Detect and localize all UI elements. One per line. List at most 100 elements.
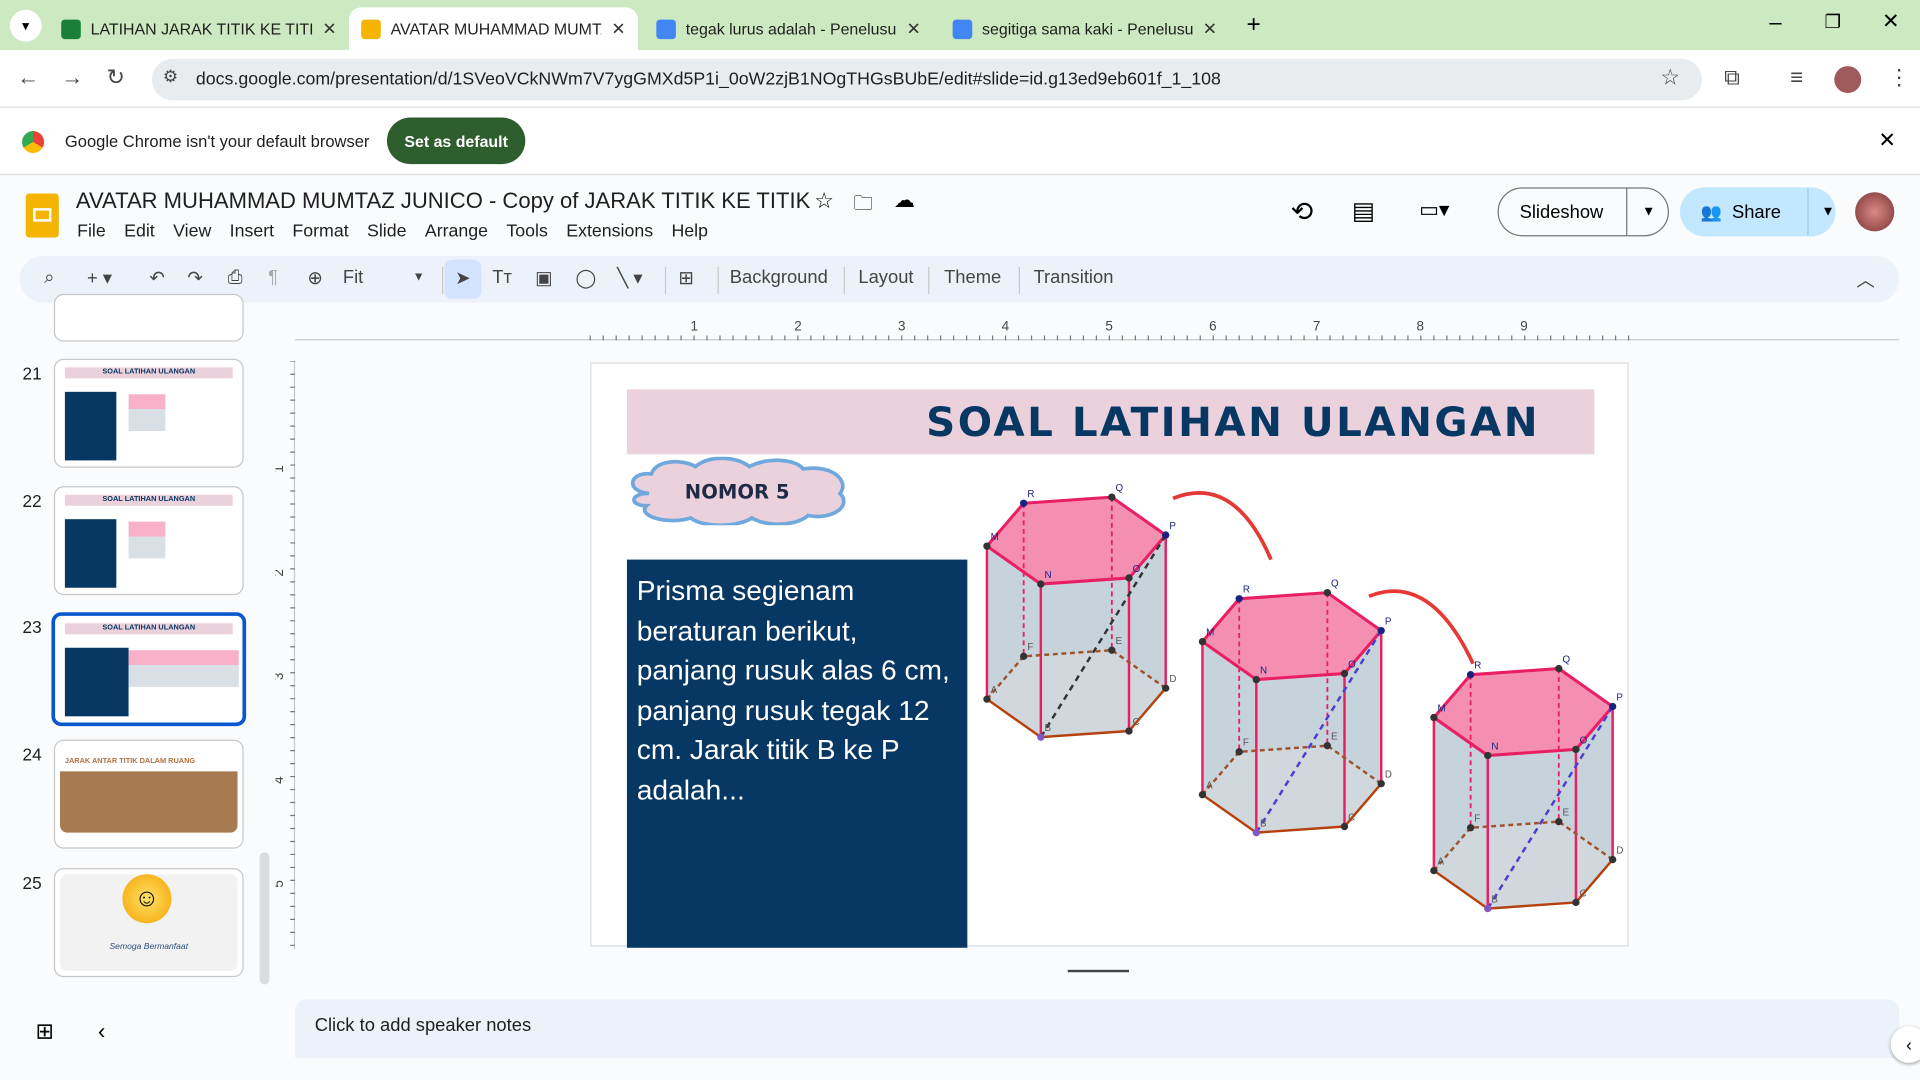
vertex-point: [983, 542, 991, 550]
extensions-icon[interactable]: ⧉: [1724, 65, 1740, 91]
new-tab-button[interactable]: +: [1247, 11, 1261, 39]
comments-icon[interactable]: ▤: [1352, 196, 1375, 227]
minimize-button[interactable]: –: [1769, 10, 1781, 36]
background-button[interactable]: Background: [730, 267, 828, 288]
transition-button[interactable]: Transition: [1033, 267, 1113, 288]
slide-canvas[interactable]: SOAL LATIHAN ULANGAN NOMOR 5 Prisma segi…: [590, 362, 1629, 948]
account-avatar[interactable]: [1855, 192, 1895, 232]
close-tab-icon[interactable]: ✕: [611, 18, 625, 39]
vertex-label: Q: [1562, 654, 1570, 665]
paint-format-icon[interactable]: ¶: [268, 267, 278, 288]
slideshow-dropdown-icon[interactable]: ▼: [1626, 188, 1655, 236]
menu-help[interactable]: Help: [671, 222, 708, 242]
set-as-default-button[interactable]: Set as default: [386, 117, 526, 165]
share-dropdown-icon[interactable]: ▼: [1807, 188, 1835, 236]
slide-thumbnail[interactable]: JARAK ANTAR TITIK DALAM RUANG: [53, 739, 244, 849]
close-window-button[interactable]: ✕: [1882, 10, 1899, 34]
menu-slide[interactable]: Slide: [367, 222, 406, 242]
comment-add-icon[interactable]: ⊞: [678, 267, 693, 289]
tab-search-button[interactable]: ▾: [9, 9, 42, 42]
reload-icon[interactable]: ↻: [107, 65, 125, 91]
vertex-label: P: [1616, 692, 1623, 703]
print-icon[interactable]: ⎙: [228, 267, 243, 288]
ruler-label: 5: [1105, 319, 1112, 334]
shape-icon[interactable]: ◯: [576, 267, 597, 289]
forward-icon[interactable]: →: [61, 65, 83, 91]
collapse-toolbar-icon[interactable]: ︿: [1856, 267, 1874, 293]
close-tab-icon[interactable]: ✕: [322, 18, 336, 39]
close-tab-icon[interactable]: ✕: [906, 18, 920, 39]
horizontal-ruler[interactable]: 1 2 3 4 5 6 7 8 9: [295, 313, 1900, 341]
prism-figures[interactable]: R Q P O N M F E D C B A R Q P O N M F E D C B A R Q P O N M F E D C B A: [591, 364, 1629, 948]
slide-thumbnail[interactable]: SOAL LATIHAN ULANGAN: [51, 612, 247, 727]
close-infobar-icon[interactable]: ✕: [1878, 129, 1895, 153]
vertex-point: [1020, 499, 1028, 507]
tab-title: segitiga sama kaki - Penelusura: [982, 19, 1193, 38]
vertex-label: N: [1044, 570, 1051, 581]
slide-thumbnail[interactable]: SOAL LATIHAN ULANGAN: [53, 486, 244, 596]
vertex-point: [1572, 745, 1580, 754]
menu-view[interactable]: View: [173, 222, 211, 242]
browser-tab[interactable]: segitiga sama kaki - Penelusura ✕: [940, 7, 1229, 50]
side-panel-toggle[interactable]: ‹: [1890, 1026, 1920, 1063]
redo-icon[interactable]: ↷: [187, 267, 202, 289]
menu-format[interactable]: Format: [292, 222, 348, 242]
close-tab-icon[interactable]: ✕: [1203, 18, 1217, 39]
meet-icon[interactable]: ▭▾: [1419, 198, 1449, 222]
grid-view-icon[interactable]: ⊞: [36, 1019, 54, 1045]
ruler-label: 9: [1520, 319, 1527, 334]
collapse-filmstrip-icon[interactable]: ‹: [98, 1019, 105, 1045]
menu-insert[interactable]: Insert: [230, 222, 274, 242]
select-tool-icon[interactable]: ➤: [444, 259, 482, 299]
zoom-select[interactable]: Fit ▼: [343, 267, 425, 291]
url-input[interactable]: docs.google.com/presentation/d/1SVeoVCkN…: [151, 58, 1703, 101]
menu-file[interactable]: File: [77, 222, 106, 242]
slide-thumbnail-partial[interactable]: [53, 293, 244, 342]
version-history-icon[interactable]: ⟲: [1291, 196, 1314, 228]
menu-arrange[interactable]: Arrange: [425, 222, 488, 242]
thumb-figure: [128, 650, 239, 687]
zoom-icon[interactable]: ⊕: [307, 267, 322, 289]
slide-thumbnail[interactable]: SOAL LATIHAN ULANGAN: [53, 358, 244, 468]
line-icon[interactable]: ╲ ▾: [617, 267, 642, 289]
cloud-status-icon: ☁: [893, 188, 915, 212]
vertical-ruler[interactable]: 1 2 3 4 5: [271, 360, 296, 949]
document-title[interactable]: AVATAR MUHAMMAD MUMTAZ JUNICO - Copy of …: [76, 189, 810, 215]
slideshow-button[interactable]: Slideshow ▼: [1497, 187, 1669, 237]
browser-tab[interactable]: tegak lurus adalah - Penelusura ✕: [644, 7, 933, 50]
share-button[interactable]: 👥 Share ▼: [1680, 187, 1836, 237]
move-folder-icon[interactable]: 🗀: [853, 190, 873, 223]
menu-tools[interactable]: Tools: [506, 222, 547, 242]
back-icon[interactable]: ←: [17, 65, 39, 91]
star-icon[interactable]: ☆: [814, 189, 834, 215]
new-slide-icon[interactable]: + ▾: [87, 267, 112, 289]
site-info-icon[interactable]: ⚙: [163, 66, 178, 87]
vertex-point: [1377, 626, 1385, 635]
profile-avatar[interactable]: [1834, 66, 1862, 94]
text-box-icon[interactable]: Tт: [492, 267, 512, 288]
slides-logo-icon[interactable]: [25, 193, 59, 238]
menu-extensions[interactable]: Extensions: [566, 222, 653, 242]
theme-button[interactable]: Theme: [944, 267, 1001, 288]
vertex-label: P: [1385, 616, 1392, 627]
vertex-point: [1198, 637, 1207, 646]
menu-edit[interactable]: Edit: [124, 222, 155, 242]
bookmark-star-icon[interactable]: ☆: [1660, 65, 1680, 91]
undo-icon[interactable]: ↶: [149, 267, 164, 289]
vertex-label: M: [1206, 628, 1214, 639]
chrome-menu-icon[interactable]: ⋮: [1888, 65, 1910, 91]
vertex-point: [1252, 828, 1261, 837]
layout-button[interactable]: Layout: [858, 267, 913, 288]
tab-title: tegak lurus adalah - Penelusura: [685, 19, 897, 38]
slide-resize-handle[interactable]: [1067, 969, 1129, 973]
search-menus-icon[interactable]: ⌕: [44, 267, 54, 288]
restore-button[interactable]: ❐: [1824, 11, 1840, 33]
speaker-notes[interactable]: Click to add speaker notes: [295, 999, 1900, 1058]
media-control-icon[interactable]: ≡: [1790, 65, 1803, 91]
slide-thumbnail[interactable]: ☺ Semoga Bermanfaat: [53, 868, 244, 978]
filmstrip-scrollbar[interactable]: [259, 852, 270, 985]
browser-tab[interactable]: AVATAR MUHAMMAD MUMTAZ ✕: [348, 7, 638, 51]
image-icon[interactable]: ▣: [535, 267, 552, 289]
browser-tab[interactable]: LATIHAN JARAK TITIK KE TITIK ✕: [49, 7, 349, 50]
slide-number: 21: [22, 363, 42, 384]
